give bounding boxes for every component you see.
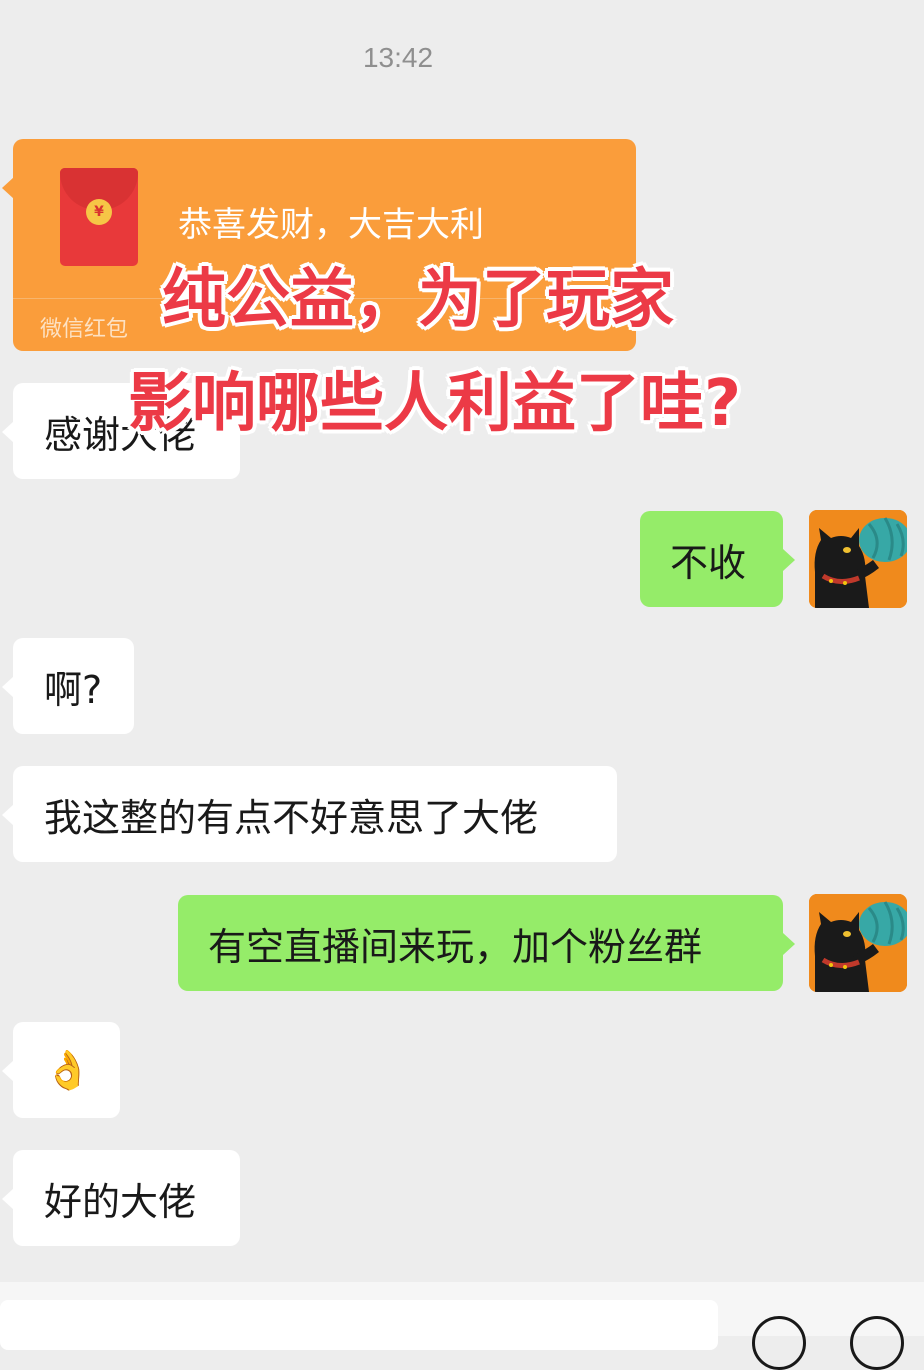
message-text: 啊? [44, 667, 103, 712]
black-cat-avatar-icon [809, 510, 907, 608]
coin-icon: ¥ [86, 199, 112, 225]
message-text: 好的大佬 [44, 1179, 197, 1224]
message-bubble-received[interactable]: 我这整的有点不好意思了大佬 [2, 766, 617, 862]
avatar[interactable] [809, 894, 907, 992]
message-text: 有空直播间来玩，加个粉丝群 [208, 924, 703, 969]
emoji-button[interactable] [752, 1316, 806, 1370]
red-packet-label: 微信红包 [40, 317, 129, 342]
ok-hand-emoji: 👌 [44, 1047, 92, 1092]
timestamp: 13:42 [362, 42, 434, 73]
message-bubble-sent[interactable]: 有空直播间来玩，加个粉丝群 [178, 895, 795, 991]
message-bubble-received[interactable]: 👌 [2, 1022, 120, 1118]
red-envelope-icon: ¥ [60, 168, 138, 266]
black-cat-avatar-icon [809, 894, 907, 992]
avatar[interactable] [809, 510, 907, 608]
message-bubble-received[interactable]: 好的大佬 [2, 1150, 240, 1246]
input-bar [0, 1282, 924, 1370]
message-text: 不收 [670, 540, 747, 585]
message-bubble-received[interactable]: 啊? [2, 638, 134, 734]
message-input[interactable] [0, 1300, 718, 1350]
overlay-caption-line2: 影响哪些人利益了哇? [128, 367, 742, 441]
more-button[interactable] [850, 1316, 904, 1370]
overlay-caption-line1: 纯公益，为了玩家 [162, 263, 674, 337]
message-text: 我这整的有点不好意思了大佬 [44, 795, 539, 840]
red-packet-title: 恭喜发财，大吉大利 [178, 205, 484, 245]
message-bubble-sent[interactable]: 不收 [640, 511, 795, 607]
